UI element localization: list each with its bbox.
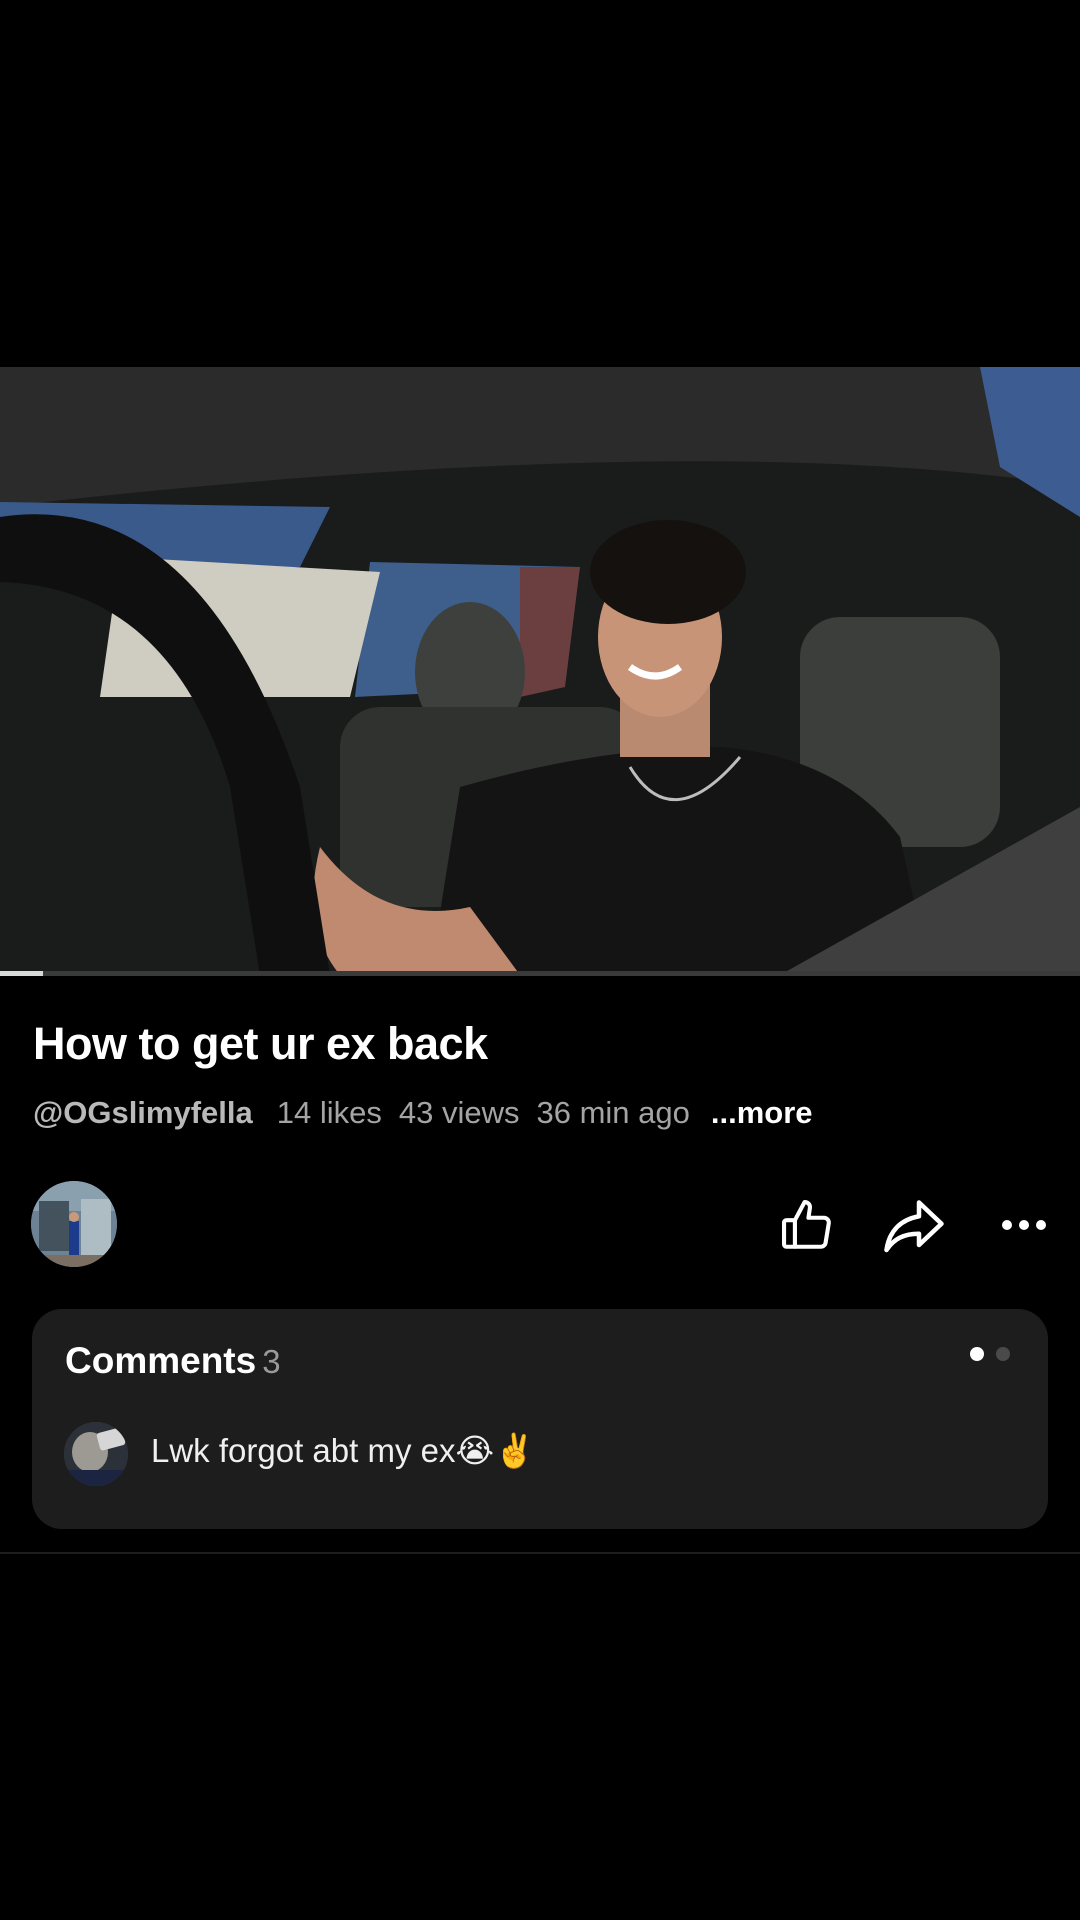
comments-count: 3 [262,1343,281,1380]
video-progress-fill [0,971,44,976]
video-player[interactable] [0,367,1080,975]
like-button[interactable] [776,1195,838,1255]
video-meta: @OGslimyfella 14 likes 43 views 36 min ago.… [33,1095,830,1131]
pager-dot [996,1347,1010,1361]
pager-dot-active [970,1347,984,1361]
more-button[interactable]: ...more [711,1095,813,1130]
comments-pager [970,1347,1010,1361]
section-divider [0,1552,1080,1554]
more-horizontal-icon [1002,1220,1046,1230]
avatar-image [31,1181,117,1267]
more-options-button[interactable] [993,1195,1055,1255]
comments-panel[interactable]: Comments 3 Lwk forgot abt my ex😭✌️ [32,1309,1048,1529]
comments-label: Comments [65,1340,257,1381]
view-count: 43 views [398,1095,520,1130]
upload-time: 36 min ago [536,1095,690,1130]
video-frame [0,367,1080,975]
commenter-avatar-image [64,1422,128,1486]
channel-handle[interactable]: @OGslimyfella [33,1095,253,1130]
share-button[interactable] [883,1195,945,1255]
video-progress-bar[interactable] [0,971,1080,976]
comments-header: Comments 3 [65,1340,281,1382]
commenter-avatar [64,1422,128,1486]
video-title: How to get ur ex back [33,1018,488,1069]
top-comment-text: Lwk forgot abt my ex😭✌️ [151,1432,536,1469]
like-count: 14 likes [276,1095,382,1130]
channel-avatar[interactable] [31,1181,117,1267]
thumbs-up-icon [781,1199,831,1249]
share-arrow-icon [884,1200,944,1253]
